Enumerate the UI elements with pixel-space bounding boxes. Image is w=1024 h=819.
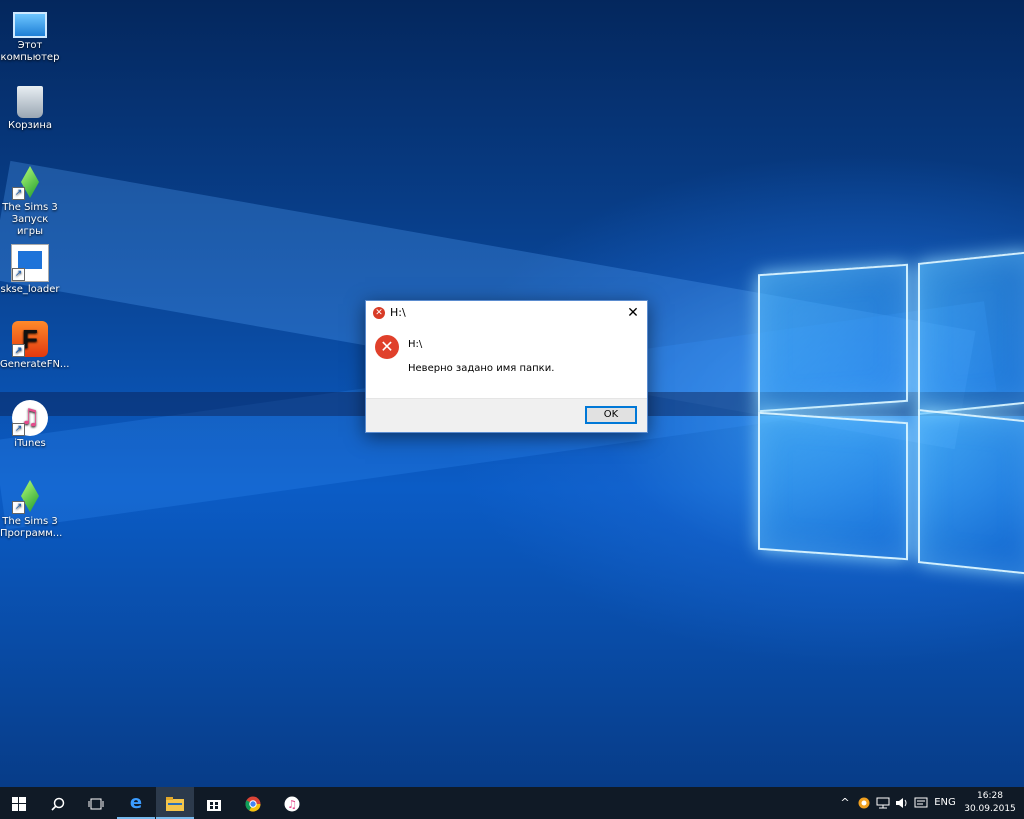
volume-button[interactable] <box>894 787 910 819</box>
itunes-taskbar-button[interactable]: ♫ <box>273 787 311 819</box>
search-icon <box>51 797 65 811</box>
desktop-icon-sims3-program[interactable]: ↗ The Sims 3 Программ... <box>0 478 62 540</box>
desktop-icon-skse-loader[interactable]: ↗ skse_loader <box>0 244 60 296</box>
action-center-button[interactable] <box>913 787 929 819</box>
shortcut-arrow-icon: ↗ <box>12 268 25 281</box>
itunes-icon: ♫ <box>284 796 300 811</box>
sims3-icon: ↗ <box>12 478 48 514</box>
desktop-icon-recycle-bin[interactable]: Корзина <box>0 86 60 132</box>
network-button[interactable] <box>875 787 891 819</box>
itunes-icon: ♫ ↗ <box>12 400 48 436</box>
clock[interactable]: 16:28 30.09.2015 <box>962 790 1018 816</box>
start-button[interactable] <box>0 787 38 819</box>
task-view-icon <box>88 798 104 809</box>
show-hidden-icons-button[interactable]: ^ <box>838 787 852 819</box>
sims3-icon: ↗ <box>12 164 48 200</box>
close-button[interactable]: ✕ <box>619 301 647 325</box>
tray-app-icon <box>858 797 870 809</box>
task-view-button[interactable] <box>77 787 115 819</box>
clock-time: 16:28 <box>977 791 1003 801</box>
dialog-title: H:\ <box>390 306 406 319</box>
notification-icon <box>914 797 928 808</box>
shortcut-arrow-icon: ↗ <box>12 501 25 514</box>
svg-text:♫: ♫ <box>287 798 297 811</box>
store-icon <box>207 799 221 811</box>
desktop-icon-generatefn[interactable]: F ↗ GenerateFN... <box>0 321 69 371</box>
error-dialog: ✕ H:\ ✕ ✕ H:\ Неверно задано имя папки. … <box>365 300 648 433</box>
recycle-bin-icon <box>17 86 43 118</box>
shortcut-arrow-icon: ↗ <box>12 187 25 200</box>
shortcut-arrow-icon: ↗ <box>12 423 25 436</box>
folder-icon <box>166 796 184 811</box>
store-button[interactable] <box>195 787 233 819</box>
clock-date: 30.09.2015 <box>964 804 1016 814</box>
windows-start-icon <box>12 796 26 811</box>
error-small-icon: ✕ <box>373 307 385 319</box>
volume-icon <box>896 798 907 808</box>
error-icon: ✕ <box>375 335 399 359</box>
desktop-icon-this-pc[interactable]: Этот компьютер <box>0 8 60 64</box>
dialog-titlebar[interactable]: ✕ H:\ ✕ <box>366 301 647 325</box>
desktop-icon-itunes[interactable]: ♫ ↗ iTunes <box>0 400 60 450</box>
dialog-message: Неверно задано имя папки. <box>408 363 555 374</box>
ok-button[interactable]: OK <box>585 406 637 424</box>
chevron-up-icon: ^ <box>840 796 850 809</box>
edge-icon: e <box>129 792 143 813</box>
skse-loader-icon: ↗ <box>11 244 49 282</box>
file-explorer-button[interactable] <box>156 787 194 819</box>
windows-logo-wallpaper <box>756 251 1024 575</box>
language-indicator[interactable]: ENG <box>932 787 958 819</box>
desktop-icon-sims3-launch[interactable]: ↗ The Sims 3 Запуск игры <box>0 164 60 238</box>
dialog-heading: H:\ <box>408 339 423 350</box>
dialog-footer: OK <box>366 398 647 432</box>
this-pc-icon <box>13 12 47 38</box>
network-icon <box>876 797 890 809</box>
shortcut-arrow-icon: ↗ <box>12 344 25 357</box>
search-button[interactable] <box>39 787 77 819</box>
chrome-icon <box>245 796 261 812</box>
taskbar: e ♫ ^ ENG 16:28 30.09.2015 <box>0 787 1024 819</box>
edge-button[interactable]: e <box>117 787 155 819</box>
chrome-button[interactable] <box>234 787 272 819</box>
generatefn-icon: F ↗ <box>12 321 48 357</box>
tray-app-button[interactable] <box>856 787 872 819</box>
